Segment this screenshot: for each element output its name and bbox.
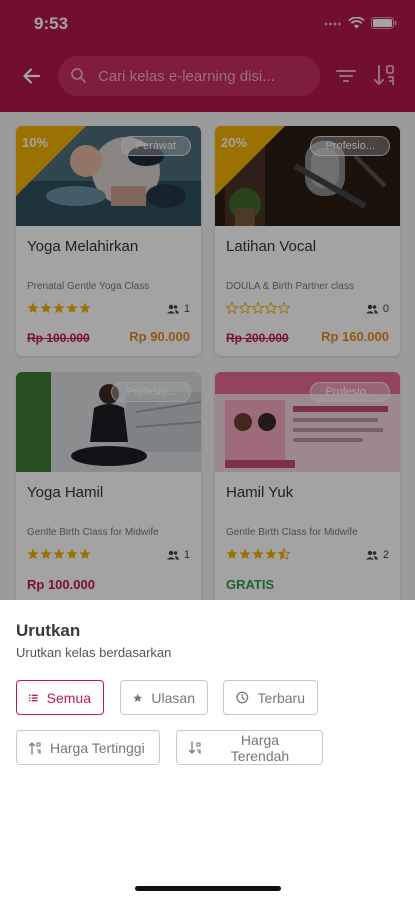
clock-icon <box>236 691 249 704</box>
sheet-subtitle: Urutkan kelas berdasarkan <box>16 645 172 660</box>
list-icon <box>29 694 38 701</box>
sort-option-harga-tertinggi[interactable]: Harga Tertinggi <box>16 730 160 765</box>
sort-bottom-sheet: Urutkan Urutkan kelas berdasarkan Semua … <box>0 600 415 900</box>
sort-option-semua[interactable]: Semua <box>16 680 104 715</box>
sort-desc-icon <box>189 740 201 754</box>
modal-backdrop[interactable] <box>0 0 415 600</box>
home-indicator <box>135 886 281 891</box>
sort-asc-icon <box>29 741 41 755</box>
sheet-title: Urutkan <box>16 621 81 640</box>
star-icon <box>133 693 143 702</box>
sort-option-harga-terendah[interactable]: Harga Terendah <box>176 730 323 765</box>
sort-option-ulasan[interactable]: Ulasan <box>120 680 208 715</box>
sort-option-terbaru[interactable]: Terbaru <box>223 680 318 715</box>
